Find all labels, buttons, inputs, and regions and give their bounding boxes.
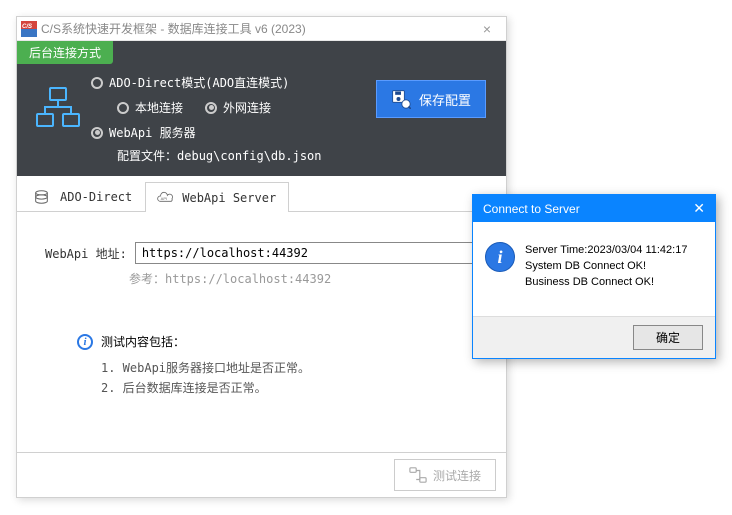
radio-label: ADO-Direct模式(ADO直连模式)	[109, 74, 289, 91]
radio-label: WebApi 服务器	[109, 124, 196, 141]
radio-ado-direct[interactable]: ADO-Direct模式(ADO直连模式)	[91, 70, 376, 95]
config-header: 后台连接方式 ADO-Direct模式(ADO直连模式)	[17, 41, 506, 176]
dialog-titlebar: Connect to Server ✕	[473, 195, 715, 222]
tab-webapi[interactable]: API WebApi Server	[145, 182, 289, 212]
test-item: 1. WebApi服务器接口地址是否正常。	[101, 358, 478, 378]
test-button-label: 测试连接	[433, 467, 481, 484]
close-icon[interactable]: ×	[472, 21, 502, 37]
test-item: 2. 后台数据库连接是否正常。	[101, 378, 478, 398]
window-title: C/S系统快速开发框架 - 数据库连接工具 v6 (2023)	[41, 20, 306, 37]
test-button[interactable]: 测试连接	[394, 459, 496, 491]
dialog-message: Server Time:2023/03/04 11:42:17 System D…	[525, 242, 687, 290]
titlebar: C/S C/S系统快速开发框架 - 数据库连接工具 v6 (2023) ×	[17, 17, 506, 41]
footer: 测试连接	[17, 452, 506, 497]
tab-label: WebApi Server	[182, 191, 276, 205]
svg-text:API: API	[161, 196, 167, 201]
radio-icon	[91, 127, 103, 139]
tab-label: ADO-Direct	[60, 190, 132, 204]
ok-button[interactable]: 确定	[633, 325, 703, 350]
dialog-title-text: Connect to Server	[483, 202, 580, 216]
content-panel: WebApi 地址: 参考：https://localhost:44392 i …	[17, 212, 506, 398]
app-icon: C/S	[21, 21, 37, 37]
connect-icon	[409, 466, 427, 484]
url-label: WebApi 地址:	[45, 245, 127, 262]
info-icon: i	[485, 242, 515, 272]
save-button[interactable]: 保存配置	[376, 80, 486, 118]
svg-text:C/S: C/S	[22, 24, 32, 30]
radio-local[interactable]: 本地连接	[117, 95, 183, 120]
connection-mode-tag: 后台连接方式	[17, 41, 113, 64]
dialog: Connect to Server ✕ i Server Time:2023/0…	[472, 194, 716, 359]
url-input[interactable]	[135, 242, 478, 264]
url-hint: 参考：https://localhost:44392	[129, 270, 478, 287]
database-icon	[34, 189, 54, 205]
dialog-close-icon[interactable]: ✕	[693, 200, 705, 217]
radio-webapi[interactable]: WebApi 服务器	[91, 120, 376, 145]
main-window: C/S C/S系统快速开发框架 - 数据库连接工具 v6 (2023) × 后台…	[16, 16, 507, 498]
radio-icon	[205, 102, 217, 114]
save-icon	[391, 89, 411, 109]
radio-label: 外网连接	[223, 99, 271, 116]
radio-remote[interactable]: 外网连接	[205, 95, 271, 120]
save-button-label: 保存配置	[419, 90, 471, 109]
tab-ado-direct[interactable]: ADO-Direct	[23, 181, 145, 211]
radio-label: 本地连接	[135, 99, 183, 116]
radio-icon	[117, 102, 129, 114]
radio-icon	[91, 77, 103, 89]
api-cloud-icon: API	[156, 190, 176, 206]
config-file-row: 配置文件：debug\config\db.json	[91, 145, 376, 166]
network-icon	[33, 84, 83, 134]
test-title: 测试内容包括：	[101, 333, 185, 350]
tabs: ADO-Direct API WebApi Server	[17, 176, 506, 212]
info-icon: i	[77, 334, 93, 350]
